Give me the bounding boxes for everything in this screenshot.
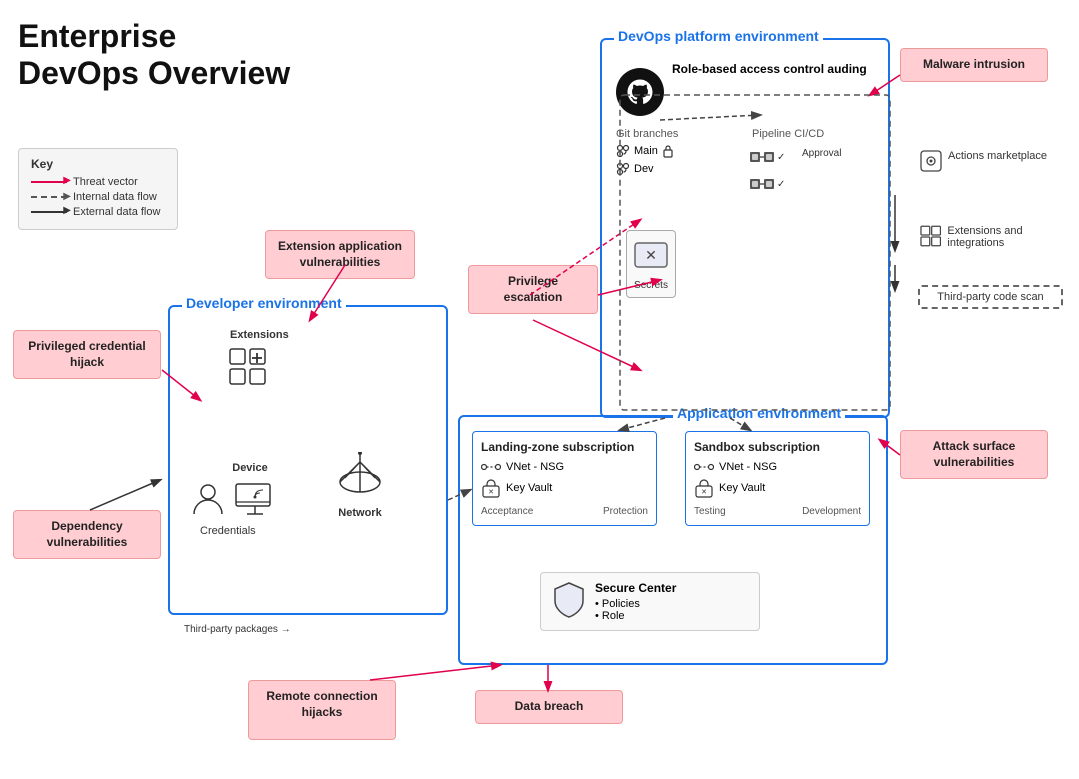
network-box: Network xyxy=(335,452,385,519)
secrets-box: ✕ Secrets xyxy=(626,230,676,298)
key-legend: Key ▶ Threat vector ▶ Internal data flow… xyxy=(18,148,178,230)
landing-zone-box: Landing-zone subscription VNet - NSG ✕ K… xyxy=(472,431,657,526)
sandbox-vnet: VNet - NSG xyxy=(694,460,861,474)
key-threat: ▶ Threat vector xyxy=(31,176,165,188)
svg-text:✕: ✕ xyxy=(645,247,657,263)
diagram-container: Enterprise DevOps Overview Key ▶ Threat … xyxy=(0,0,1079,779)
landing-labels: Acceptance Protection xyxy=(481,506,648,517)
sandbox-box: Sandbox subscription VNet - NSG ✕ Key Va… xyxy=(685,431,870,526)
device-label: Device xyxy=(210,462,290,474)
secure-center-policies: • Policies xyxy=(595,598,676,610)
svg-text:✕: ✕ xyxy=(701,489,707,496)
landing-keyvault: ✕ Key Vault xyxy=(481,478,648,498)
remote-connection-box: Remote connection hijacks xyxy=(248,680,396,740)
sandbox-title: Sandbox subscription xyxy=(694,440,861,454)
pipeline-label: Pipeline CI/CD xyxy=(752,128,824,140)
rbac-title: Role-based access control auding xyxy=(672,62,867,76)
sandbox-keyvault: ✕ Key Vault xyxy=(694,478,861,498)
extensions-label: Extensions xyxy=(230,329,289,341)
key-title: Key xyxy=(31,157,165,171)
pipeline-row2: ✓ xyxy=(750,175,785,193)
dependency-box: Dependency vulnerabilities xyxy=(13,510,161,559)
actions-marketplace: Actions marketplace xyxy=(920,150,1047,172)
application-env: Application environment Landing-zone sub… xyxy=(458,415,888,665)
svg-text:✕: ✕ xyxy=(488,489,494,496)
extension-app-box: Extension application vulnerabilities xyxy=(265,230,415,279)
privilege-escalation-box: Privilege escalation xyxy=(468,265,598,314)
secrets-label: Secrets xyxy=(633,280,669,291)
attack-surface-box: Attack surface vulnerabilities xyxy=(900,430,1048,479)
application-env-title: Application environment xyxy=(673,405,845,421)
data-breach-box: Data breach xyxy=(475,690,623,724)
secure-center-role: • Role xyxy=(595,610,676,622)
landing-zone-title: Landing-zone subscription xyxy=(481,440,648,454)
secure-center-box: Secure Center • Policies • Role xyxy=(540,572,760,631)
malware-box: Malware intrusion xyxy=(900,48,1048,82)
approval-label: Approval xyxy=(802,148,841,159)
devops-platform-env: DevOps platform environment Role-based a… xyxy=(600,38,890,418)
main-branch: Main xyxy=(616,144,674,158)
developer-env: Developer environment Extensions Device xyxy=(168,305,448,615)
key-external: ▶ External data flow xyxy=(31,206,165,218)
device-icons xyxy=(190,482,276,518)
pipeline-row1: ✓ xyxy=(750,148,785,166)
third-party-packages: Third-party packages → xyxy=(184,624,291,635)
devops-platform-title: DevOps platform environment xyxy=(614,28,823,44)
secure-center-content: Secure Center • Policies • Role xyxy=(595,581,676,622)
github-icon xyxy=(616,68,664,116)
dev-branch: Dev xyxy=(616,162,654,176)
sandbox-labels: Testing Development xyxy=(694,506,861,517)
page-title: Enterprise DevOps Overview xyxy=(18,18,290,92)
developer-env-title: Developer environment xyxy=(182,295,346,311)
secure-center-title: Secure Center xyxy=(595,581,676,595)
privileged-credential-box: Privileged credential hijack xyxy=(13,330,161,379)
network-label: Network xyxy=(335,507,385,519)
third-party-scan-box: Third-party code scan xyxy=(918,285,1063,309)
key-internal: ▶ Internal data flow xyxy=(31,191,165,203)
extensions-icon xyxy=(228,347,268,392)
git-branches-label: Git branches xyxy=(616,128,678,140)
landing-vnet: VNet - NSG xyxy=(481,460,648,474)
credentials-label: Credentials xyxy=(200,525,256,537)
extensions-integrations: Extensions and integrations xyxy=(920,225,1079,249)
